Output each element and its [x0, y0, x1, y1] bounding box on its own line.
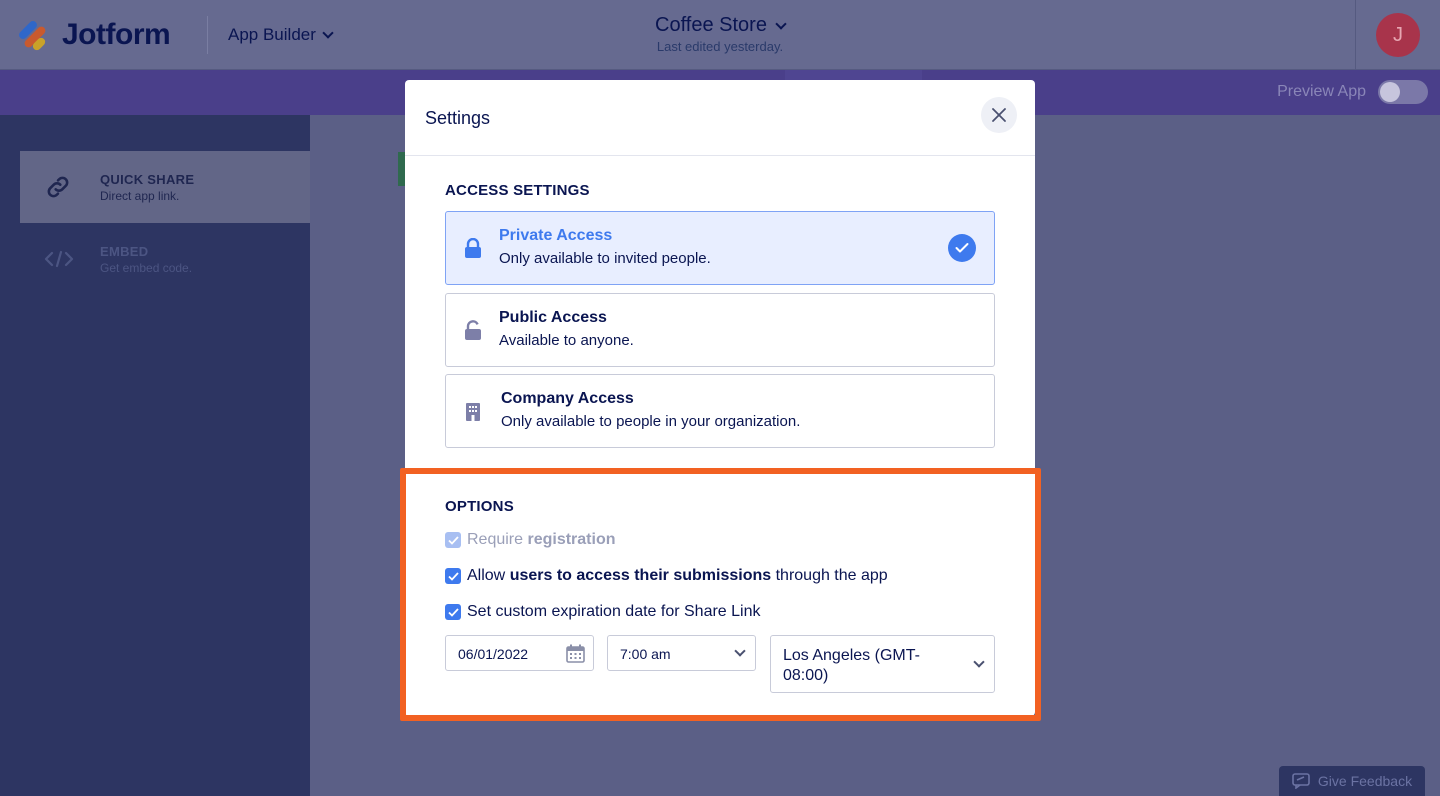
- building-icon: [464, 401, 482, 421]
- sidebar-item-embed[interactable]: EMBED Get embed code.: [20, 223, 310, 295]
- close-icon: [992, 108, 1006, 122]
- preview-app-toggle[interactable]: [1378, 80, 1428, 104]
- give-feedback-label: Give Feedback: [1317, 773, 1413, 789]
- sidebar-item-title: EMBED: [100, 244, 149, 259]
- access-settings-heading: ACCESS SETTINGS: [445, 182, 590, 199]
- access-option-description: Only available to invited people.: [499, 250, 711, 267]
- access-option-public[interactable]: Public Access Available to anyone.: [445, 293, 995, 367]
- feedback-icon: [1292, 773, 1310, 789]
- sidebar-item-title: QUICK SHARE: [100, 172, 195, 187]
- app-title-button[interactable]: Coffee Store: [655, 14, 787, 37]
- sidebar-item-quick-share[interactable]: QUICK SHARE Direct app link.: [20, 151, 310, 223]
- divider: [1355, 0, 1356, 70]
- chevron-down-icon: [775, 17, 787, 30]
- access-option-description: Available to anyone.: [499, 332, 634, 349]
- modal-title: Settings: [425, 108, 491, 128]
- lock-icon: [464, 320, 482, 340]
- access-option-name: Private Access: [499, 227, 613, 244]
- sidebar-item-subtitle: Direct app link.: [100, 189, 180, 203]
- share-sidebar: QUICK SHARE Direct app link. EMBED Get e…: [0, 115, 310, 796]
- app-title-area: Coffee Store Last edited yesterday.: [0, 14, 1440, 54]
- modal-header: Settings: [405, 80, 1035, 156]
- code-icon: [44, 245, 74, 273]
- last-edited-text: Last edited yesterday.: [656, 39, 784, 54]
- app-title: Coffee Store: [655, 14, 767, 36]
- give-feedback-button[interactable]: Give Feedback: [1279, 766, 1425, 796]
- link-icon: [44, 173, 72, 201]
- access-option-company[interactable]: Company Access Only available to people …: [445, 374, 995, 448]
- options-highlight-box: [400, 468, 1041, 721]
- selected-check-icon: [948, 234, 976, 262]
- user-avatar[interactable]: J: [1376, 13, 1420, 57]
- top-bar: Jotform App Builder Coffee Store Last ed…: [0, 0, 1440, 70]
- sidebar-item-subtitle: Get embed code.: [100, 261, 193, 275]
- access-option-description: Only available to people in your organiz…: [501, 413, 801, 430]
- lock-icon: [464, 237, 482, 258]
- access-option-private[interactable]: Private Access Only available to invited…: [445, 211, 995, 285]
- toggle-knob: [1380, 82, 1400, 102]
- access-option-name: Public Access: [499, 309, 607, 326]
- close-button[interactable]: [981, 97, 1017, 133]
- preview-app-label: Preview App: [1277, 83, 1366, 100]
- access-option-name: Company Access: [501, 390, 634, 407]
